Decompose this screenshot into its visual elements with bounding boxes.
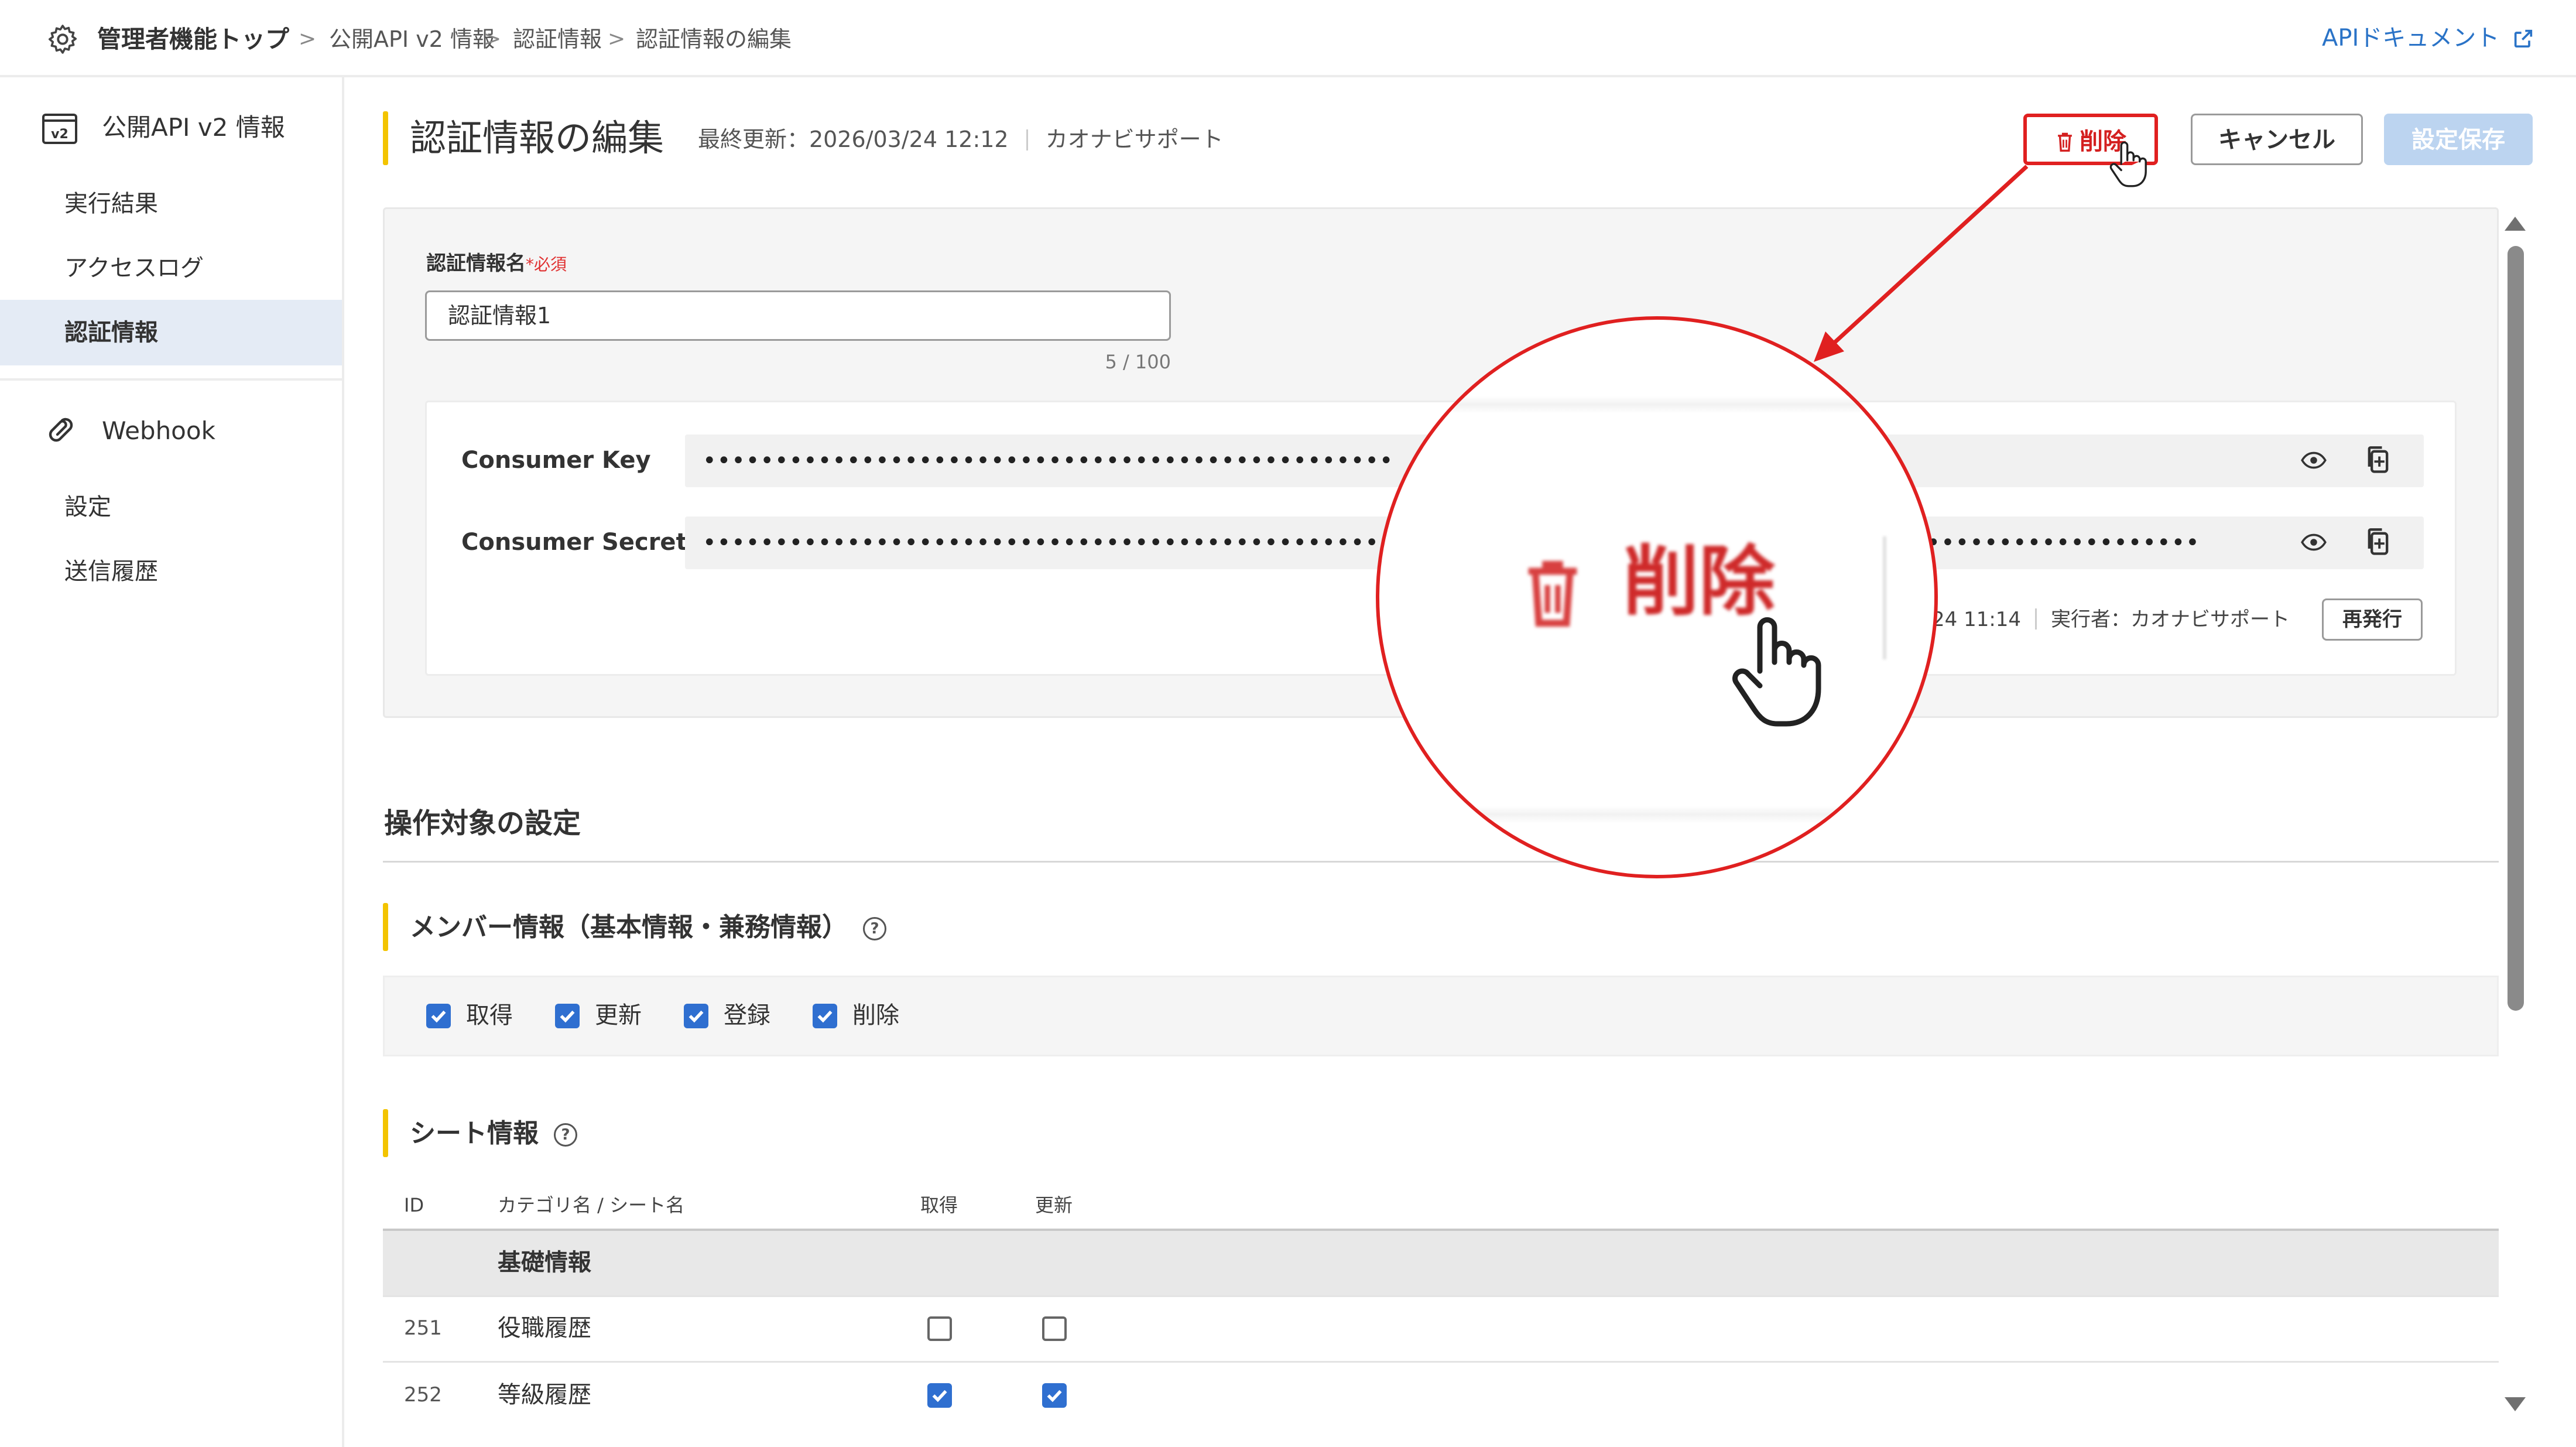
app-root: 管理者機能トップ > 公開API v2 情報 > 認証情報 > 認証情報の編集 …	[0, 0, 2576, 1447]
annotation-overlay	[1814, 141, 2147, 362]
annotation-arrow-line	[1830, 165, 2029, 347]
hand-pointer-icon	[2109, 141, 2147, 187]
